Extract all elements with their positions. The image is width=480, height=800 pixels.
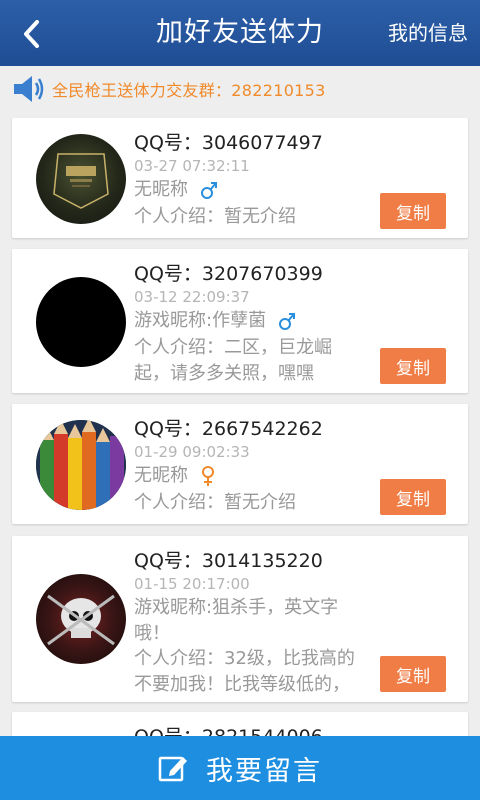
list-item: QQ号：3207670399 03-12 22:09:37 游戏昵称:作孽菌 个… bbox=[12, 249, 468, 393]
avatar[interactable] bbox=[36, 574, 126, 664]
qq-number: QQ号：3046077497 bbox=[134, 132, 323, 154]
nickname-text: 无昵称 bbox=[134, 179, 188, 200]
leave-message-button[interactable]: 我要留言 bbox=[0, 736, 480, 800]
qq-number: QQ号：3014135220 bbox=[134, 550, 323, 572]
intro-text: 个人介绍：暂无介绍 bbox=[134, 206, 296, 227]
nickname: 游戏昵称:作孽菌 bbox=[134, 308, 364, 334]
speaker-icon bbox=[14, 76, 44, 102]
nickname: 无昵称 bbox=[134, 177, 364, 203]
male-icon bbox=[200, 182, 217, 199]
avatar[interactable] bbox=[36, 277, 126, 367]
nickname: 游戏昵称:狙杀手，英文字哦！ bbox=[134, 597, 339, 644]
title-bar: 加好友送体力 我的信息 bbox=[0, 0, 480, 66]
my-info-link[interactable]: 我的信息 bbox=[388, 18, 468, 48]
post-time: 01-29 09:02:33 bbox=[134, 443, 250, 461]
copy-button[interactable]: 复制 bbox=[380, 479, 446, 515]
list-item: QQ号：3014135220 01-15 20:17:00 游戏昵称:狙杀手，英… bbox=[12, 536, 468, 702]
avatar[interactable] bbox=[36, 420, 126, 510]
qq-number: QQ号：2821544006 bbox=[134, 724, 323, 736]
notice-text[interactable]: 全民枪王送体力交友群：282210153 bbox=[52, 77, 326, 101]
nickname: 无昵称 bbox=[134, 463, 364, 489]
list-item: QQ号：2667542262 01-29 09:02:33 无昵称 个人介绍：暂… bbox=[12, 404, 468, 524]
list-item: QQ号：2821544006 bbox=[12, 712, 468, 736]
post-time: 01-15 20:17:00 bbox=[134, 575, 250, 593]
intro-text: 个人介绍：暂无介绍 bbox=[134, 492, 296, 513]
intro-text: 个人介绍：二区，巨龙崛起，请多多关照，嘿嘿 bbox=[134, 337, 332, 384]
nickname-text: 无昵称 bbox=[134, 465, 188, 486]
male-icon bbox=[278, 313, 295, 330]
intro-text: 个人介绍：32级，比我高的不要加我！比我等级低的， bbox=[134, 648, 355, 695]
qq-number: QQ号：3207670399 bbox=[134, 263, 323, 285]
edit-icon bbox=[158, 756, 187, 782]
post-time: 03-12 22:09:37 bbox=[134, 288, 250, 306]
skull-picture-icon bbox=[47, 594, 115, 646]
qq-number: QQ号：2667542262 bbox=[134, 418, 323, 440]
post-time: 03-27 07:32:11 bbox=[134, 157, 250, 175]
avatar[interactable] bbox=[36, 134, 126, 224]
copy-button[interactable]: 复制 bbox=[380, 656, 446, 692]
nickname-text: 游戏昵称:作孽菌 bbox=[134, 310, 267, 331]
message-list[interactable]: QQ号：3046077497 03-27 07:32:11 无昵称 个人介绍：暂… bbox=[0, 112, 480, 736]
list-item: QQ号：3046077497 03-27 07:32:11 无昵称 个人介绍：暂… bbox=[12, 118, 468, 238]
notice-bar: 全民枪王送体力交友群：282210153 bbox=[0, 66, 480, 112]
leave-message-label: 我要留言 bbox=[206, 755, 322, 787]
copy-button[interactable]: 复制 bbox=[380, 193, 446, 229]
pencils-picture-icon bbox=[36, 420, 126, 510]
legends-logo-icon bbox=[53, 153, 109, 209]
female-icon bbox=[201, 466, 214, 486]
copy-button[interactable]: 复制 bbox=[380, 348, 446, 384]
